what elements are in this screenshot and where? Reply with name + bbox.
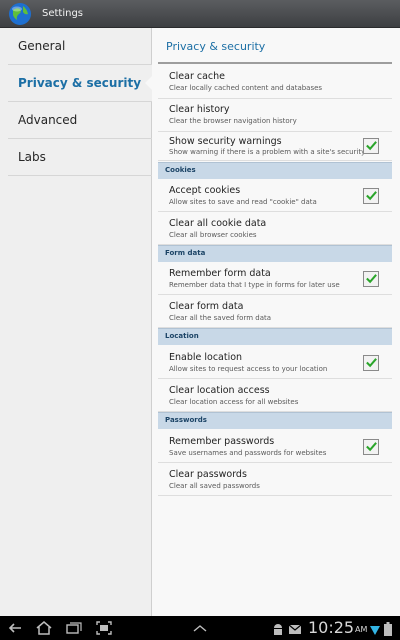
pref-summary: Allow sites to save and read "cookie" da…	[169, 198, 317, 206]
sidebar-item-label: Labs	[18, 150, 46, 164]
pref-remember-passwords[interactable]: Remember passwords Save usernames and pa…	[158, 429, 392, 463]
category-passwords: Passwords	[158, 412, 392, 429]
sidebar-item-label: General	[18, 39, 66, 53]
system-navigation-bar: 10:25 AM	[0, 616, 400, 640]
back-icon[interactable]	[6, 620, 24, 636]
sidebar-item-general[interactable]: General	[8, 28, 152, 65]
pref-summary: Clear locally cached content and databas…	[169, 84, 323, 92]
checkbox-remember-form-data[interactable]	[363, 271, 379, 287]
pref-remember-form-data[interactable]: Remember form data Remember data that I …	[158, 262, 392, 295]
pref-title: Show security warnings	[169, 136, 282, 147]
settings-sidebar: General Privacy & security Advanced Labs	[0, 28, 153, 616]
page-title: Privacy & security	[166, 40, 266, 53]
checkmark-icon	[366, 274, 377, 284]
pref-clear-cache[interactable]: Clear cache Clear locally cached content…	[158, 66, 392, 99]
pref-summary: Clear all browser cookies	[169, 231, 257, 239]
pref-title: Remember passwords	[169, 436, 275, 447]
battery-icon	[384, 621, 392, 636]
pref-summary: Clear location access for all websites	[169, 398, 299, 406]
pref-title: Remember form data	[169, 268, 271, 279]
checkbox-enable-location[interactable]	[363, 355, 379, 371]
pref-clear-history[interactable]: Clear history Clear the browser navigati…	[158, 99, 392, 132]
globe-icon	[8, 2, 32, 26]
pref-title: Clear all cookie data	[169, 218, 267, 229]
menu-up-icon[interactable]	[191, 620, 209, 636]
checkmark-icon	[366, 141, 377, 151]
title-divider	[158, 62, 392, 64]
sidebar-item-advanced[interactable]: Advanced	[8, 102, 152, 139]
checkbox-show-security-warnings[interactable]	[363, 138, 379, 154]
category-location: Location	[158, 328, 392, 345]
category-label: Form data	[165, 249, 206, 257]
sidebar-item-privacy-security[interactable]: Privacy & security	[8, 65, 153, 102]
checkbox-remember-passwords[interactable]	[363, 439, 379, 455]
category-label: Location	[165, 332, 199, 340]
sidebar-item-label: Privacy & security	[18, 76, 142, 90]
pref-enable-location[interactable]: Enable location Allow sites to request a…	[158, 345, 392, 379]
pref-summary: Allow sites to request access to your lo…	[169, 365, 328, 373]
title-bar: Settings	[0, 0, 400, 28]
wifi-icon	[370, 621, 380, 635]
checkmark-icon	[366, 442, 377, 452]
pref-summary: Save usernames and passwords for website…	[169, 449, 327, 457]
pref-title: Clear history	[169, 104, 230, 115]
checkbox-accept-cookies[interactable]	[363, 188, 379, 204]
pref-clear-location-access[interactable]: Clear location access Clear location acc…	[158, 379, 392, 412]
pref-summary: Clear all saved passwords	[169, 482, 260, 490]
pref-title: Clear form data	[169, 301, 244, 312]
sidebar-item-label: Advanced	[18, 113, 78, 127]
pref-title: Enable location	[169, 352, 243, 363]
pref-summary: Show warning if there is a problem with …	[169, 148, 366, 156]
pref-title: Clear cache	[169, 71, 225, 82]
checkmark-icon	[366, 191, 377, 201]
clock-time: 10:25	[308, 618, 355, 637]
window-title: Settings	[42, 8, 84, 19]
category-cookies: Cookies	[158, 162, 392, 179]
clock-ampm: AM	[355, 625, 368, 634]
pref-show-security-warnings[interactable]: Show security warnings Show warning if t…	[158, 132, 392, 161]
pref-clear-passwords[interactable]: Clear passwords Clear all saved password…	[158, 463, 392, 496]
pref-summary: Remember data that I type in forms for l…	[169, 281, 340, 289]
category-label: Passwords	[165, 416, 207, 424]
pref-clear-form-data[interactable]: Clear form data Clear all the saved form…	[158, 295, 392, 328]
recent-apps-icon[interactable]	[65, 620, 83, 636]
home-icon[interactable]	[35, 620, 53, 636]
pref-accept-cookies[interactable]: Accept cookies Allow sites to save and r…	[158, 179, 392, 212]
screenshot-icon[interactable]	[95, 620, 113, 636]
settings-panel: Privacy & security Clear cache Clear loc…	[152, 28, 400, 616]
pref-title: Clear passwords	[169, 469, 247, 480]
android-debug-icon	[272, 621, 284, 635]
category-form-data: Form data	[158, 245, 392, 262]
category-label: Cookies	[165, 166, 196, 174]
pref-clear-cookie-data[interactable]: Clear all cookie data Clear all browser …	[158, 212, 392, 245]
sidebar-item-labs[interactable]: Labs	[8, 139, 152, 176]
pref-summary: Clear all the saved form data	[169, 314, 272, 322]
gmail-icon	[288, 621, 302, 635]
checkmark-icon	[366, 358, 377, 368]
pref-title: Clear location access	[169, 385, 270, 396]
pref-summary: Clear the browser navigation history	[169, 117, 297, 125]
pref-title: Accept cookies	[169, 185, 241, 196]
